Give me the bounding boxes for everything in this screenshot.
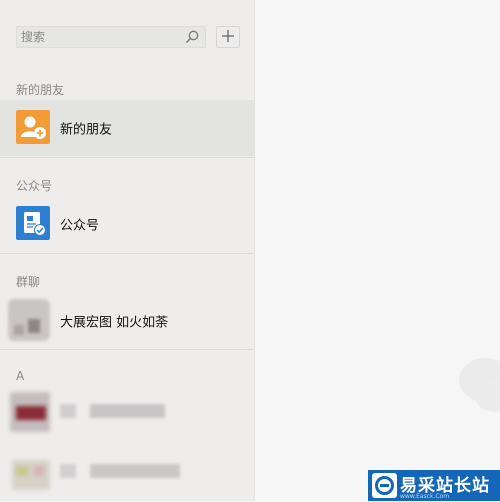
contact-item-official-accounts[interactable]: 公众号 (0, 196, 254, 252)
contact-item-blurred[interactable] (0, 388, 254, 444)
blurred-name (60, 404, 76, 418)
add-contact-button[interactable] (216, 26, 240, 48)
search-icon[interactable] (184, 29, 200, 45)
avatar (12, 460, 50, 490)
contact-item-new-friends[interactable]: 新的朋友 (0, 100, 254, 156)
section-header-a: A (16, 369, 25, 383)
divider (0, 157, 254, 158)
blurred-name (60, 464, 76, 478)
plus-icon (221, 28, 235, 47)
add-friend-icon (16, 116, 50, 148)
avatar (10, 392, 50, 432)
contacts-sidebar: 新的朋友 新的朋友 公众号 (0, 0, 255, 501)
watermark-url: www.Easck.Com (400, 493, 450, 500)
contact-item-blurred[interactable] (0, 444, 254, 500)
divider (0, 253, 254, 254)
avatar (16, 110, 50, 144)
watermark-badge: 易采站长站 www.Easck.Com (368, 470, 500, 501)
section-header-official-accounts: 公众号 (16, 179, 53, 193)
wechat-logo-icon (455, 350, 500, 424)
watermark-logo (372, 473, 397, 498)
contact-name: 公众号 (60, 218, 100, 234)
divider (0, 349, 254, 350)
section-header-group-chats: 群聊 (16, 275, 41, 289)
avatar (8, 299, 50, 341)
blurred-name (90, 404, 165, 418)
main-panel (255, 0, 500, 501)
avatar (16, 206, 50, 240)
contact-name: 大展宏图 如火如荼 (60, 315, 169, 331)
blurred-name (90, 464, 180, 478)
section-header-new-friends: 新的朋友 (16, 83, 65, 97)
contact-name: 新的朋友 (60, 122, 113, 138)
contact-item-group-chat[interactable]: 大展宏图 如火如荼 (0, 293, 254, 349)
search-input[interactable] (16, 26, 206, 48)
official-account-icon (16, 212, 50, 244)
